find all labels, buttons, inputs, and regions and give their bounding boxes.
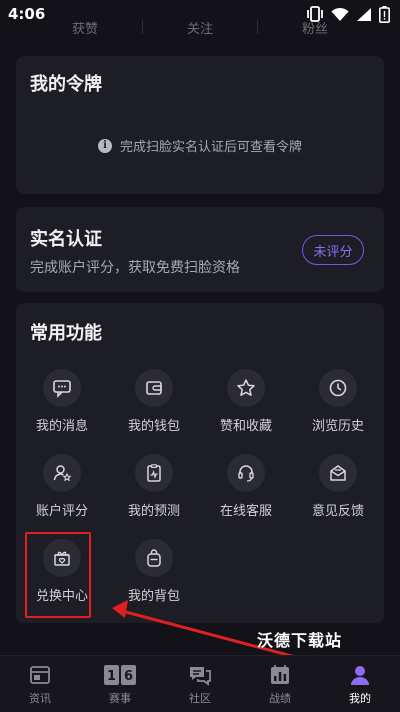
function-label: 浏览历史 (311, 419, 364, 434)
wallet-icon (135, 369, 173, 407)
vibrate-icon (307, 6, 323, 22)
auth-card-title: 实名认证 (30, 229, 102, 250)
function-label: 我的钱包 (127, 419, 180, 434)
function-label: 在线客服 (219, 504, 272, 519)
token-card: 我的令牌 i 完成扫脸实名认证后可查看令牌 (16, 56, 384, 194)
signal-icon (357, 7, 371, 21)
function-label: 赞和收藏 (219, 419, 272, 434)
function-browse-history[interactable]: 浏览历史 (292, 369, 384, 434)
tab-matches[interactable]: 16 赛事 (80, 656, 160, 712)
function-label: 我的预测 (127, 504, 180, 519)
function-my-predictions[interactable]: 我的预测 (108, 454, 200, 519)
functions-title: 常用功能 (30, 323, 102, 344)
backpack-icon (135, 539, 173, 577)
function-label: 意见反馈 (311, 504, 364, 519)
status-time: 4:06 (8, 5, 46, 23)
token-notice-text: 完成扫脸实名认证后可查看令牌 (119, 140, 302, 155)
watermark-text: 沃德下载站 (257, 631, 343, 650)
tab-news[interactable]: 资讯 (0, 656, 80, 712)
tab-label: 我的 (349, 692, 371, 705)
real-name-auth-card[interactable]: 实名认证 完成账户评分，获取免费扫脸资格 未评分 (16, 207, 384, 292)
chart-clipboard-icon (135, 454, 173, 492)
tab-label: 社区 (189, 692, 211, 705)
message-icon (43, 369, 81, 407)
tab-label: 赛事 (109, 692, 131, 705)
match-icon: 16 (104, 665, 136, 685)
headset-icon (227, 454, 265, 492)
bottom-tab-bar: 资讯 16 赛事 社区 战绩 我的 (0, 655, 400, 712)
annotation-highlight-box (25, 532, 91, 618)
feedback-mail-icon (319, 454, 357, 492)
battery-icon (379, 5, 390, 23)
svg-text:1: 1 (107, 669, 116, 684)
status-bar: 4:06 (0, 0, 400, 28)
community-icon (190, 667, 211, 686)
token-notice: i 完成扫脸实名认证后可查看令牌 (16, 136, 384, 155)
function-label: 我的背包 (127, 589, 180, 604)
tab-label: 资讯 (29, 692, 51, 705)
function-my-messages[interactable]: 我的消息 (16, 369, 108, 434)
auth-card-subtitle: 完成账户评分，获取免费扫脸资格 (30, 260, 240, 276)
record-icon (271, 665, 289, 684)
function-online-service[interactable]: 在线客服 (200, 454, 292, 519)
star-icon (227, 369, 265, 407)
function-likes-favorites[interactable]: 赞和收藏 (200, 369, 292, 434)
status-icons (306, 5, 390, 23)
function-label: 我的消息 (35, 419, 88, 434)
function-label: 账户评分 (35, 504, 88, 519)
clock-icon (319, 369, 357, 407)
tab-profile[interactable]: 我的 (320, 656, 400, 712)
function-feedback[interactable]: 意见反馈 (292, 454, 384, 519)
function-my-backpack[interactable]: 我的背包 (108, 539, 200, 604)
info-icon: i (97, 138, 112, 153)
svg-text:6: 6 (124, 669, 133, 684)
tab-community[interactable]: 社区 (160, 656, 240, 712)
tab-label: 战绩 (269, 692, 291, 705)
auth-status-button[interactable]: 未评分 (302, 235, 364, 265)
tab-records[interactable]: 战绩 (240, 656, 320, 712)
token-card-title: 我的令牌 (30, 74, 102, 95)
function-account-rating[interactable]: 账户评分 (16, 454, 108, 519)
function-my-wallet[interactable]: 我的钱包 (108, 369, 200, 434)
user-star-icon (43, 454, 81, 492)
profile-icon (351, 666, 369, 685)
news-icon (30, 666, 50, 684)
wifi-icon (331, 7, 349, 21)
